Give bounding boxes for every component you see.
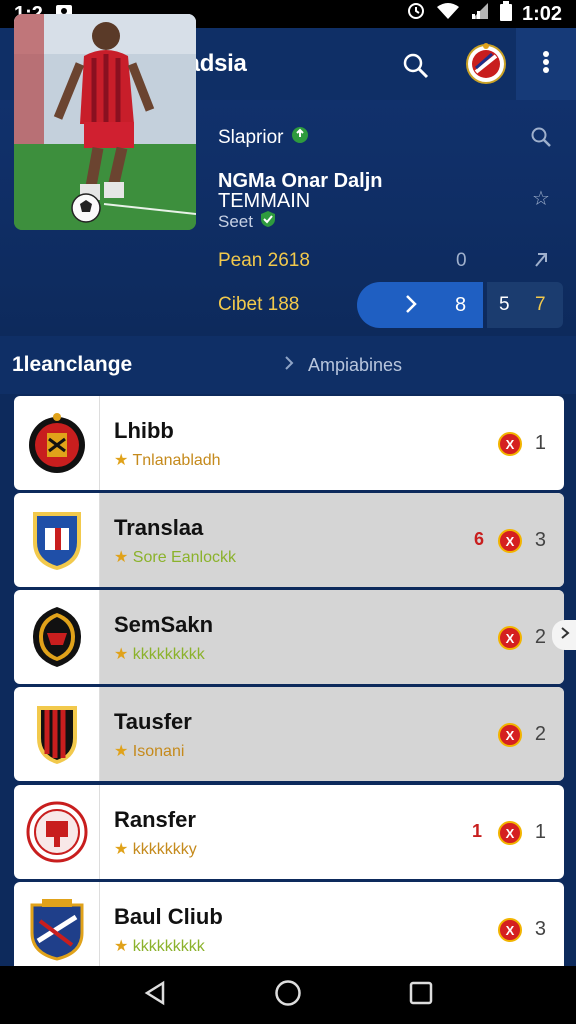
club-subtitle-text: kkkkkkkkk xyxy=(132,938,205,955)
pin-icon xyxy=(532,250,550,275)
club-count: 1 xyxy=(534,821,546,843)
section-header: 1leanclange Ampiabines xyxy=(0,336,576,394)
hero-pean-value: 0 xyxy=(456,250,467,271)
club-count: 2 xyxy=(534,626,546,648)
overflow-block xyxy=(516,28,576,100)
stat-box-b: 7 xyxy=(535,294,546,315)
club-subtitle-text: Tnlanabladh xyxy=(132,452,221,469)
battery-icon xyxy=(499,1,512,27)
club-logo xyxy=(14,687,100,781)
list-item[interactable]: Translaa ★ Sore Eanlockk 6 X 3 xyxy=(14,493,564,587)
badge-icon: X xyxy=(498,821,522,845)
home-icon[interactable] xyxy=(274,979,302,1012)
check-shield-icon xyxy=(259,210,277,233)
hero-line-3: Seet xyxy=(218,210,277,233)
club-name: SemSakn xyxy=(114,612,214,637)
club-prefix: 1 xyxy=(472,821,483,841)
status-time-right: 1:02 xyxy=(521,2,562,25)
wifi-icon xyxy=(436,2,460,26)
club-name: Lhibb xyxy=(114,418,174,443)
chevron-right-icon xyxy=(405,294,417,319)
club-prefix: 6 xyxy=(474,529,485,549)
club-name: Ransfer xyxy=(114,807,196,832)
system-nav-bar xyxy=(0,966,576,1024)
club-subtitle-text: Isonani xyxy=(132,743,185,760)
club-count: 2 xyxy=(534,723,546,745)
club-subtitle: ★ kkkkkkkkk xyxy=(114,646,205,663)
search-icon[interactable] xyxy=(402,52,430,85)
club-count: 1 xyxy=(534,432,546,454)
club-logo xyxy=(14,590,100,684)
club-name: Baul Cliub xyxy=(114,904,223,929)
section-chevron-icon xyxy=(284,355,294,376)
badge-icon: X xyxy=(498,723,522,747)
signal-icon xyxy=(470,2,490,26)
club-subtitle-text: kkkkkkkkk xyxy=(132,646,205,663)
club-subtitle: ★ kkkkkkky xyxy=(114,841,197,858)
club-subtitle: ★ kkkkkkkkk xyxy=(114,938,205,955)
hero-line-1-text: Slaprior xyxy=(218,127,284,148)
club-subtitle-text: Sore Eanlockk xyxy=(132,549,236,566)
list-item[interactable]: SemSakn ★ kkkkkkkkk X 2 xyxy=(14,590,564,684)
chevron-right-small-icon xyxy=(560,626,570,645)
club-subtitle-text: kkkkkkky xyxy=(132,841,197,858)
list-item[interactable]: Baul Cliub ★ kkkkkkkkk X 3 xyxy=(14,882,564,976)
hero-cibet-label: Cibet 188 xyxy=(218,294,300,315)
badge-icon: X xyxy=(498,529,522,553)
stat-pill-value: 8 xyxy=(455,294,467,316)
badge-icon: X xyxy=(498,432,522,456)
list-item[interactable]: Tausfer ★ Isonani X 2 xyxy=(14,687,564,781)
club-subtitle: ★ Tnlanabladh xyxy=(114,452,221,469)
more-vert-icon[interactable] xyxy=(542,50,550,79)
club-crest-avatar[interactable] xyxy=(466,42,506,91)
stat-pill[interactable]: 8 xyxy=(357,282,483,328)
club-count: 3 xyxy=(534,529,546,551)
hero-pean-label: Pean 2618 xyxy=(218,250,310,271)
club-count: 3 xyxy=(534,918,546,940)
badge-icon: X xyxy=(498,626,522,650)
stat-box-a: 5 xyxy=(499,294,510,315)
section-link[interactable]: Ampiabines xyxy=(284,355,402,376)
player-photo xyxy=(14,14,196,230)
stat-box[interactable]: 5 7 xyxy=(487,282,563,328)
badge-icon: X xyxy=(498,918,522,942)
club-subtitle: ★ Isonani xyxy=(114,743,185,760)
club-logo xyxy=(14,882,100,976)
verified-icon xyxy=(291,126,309,150)
star-outline-icon[interactable]: ☆ xyxy=(532,186,550,211)
hero-line-3-text: Seet xyxy=(218,211,253,231)
club-logo xyxy=(14,396,100,490)
club-subtitle: ★ Sore Eanlockk xyxy=(114,549,236,566)
hero-search-icon[interactable] xyxy=(530,126,552,153)
club-logo xyxy=(14,785,100,879)
section-label: 1leanclange xyxy=(12,353,133,376)
list-item[interactable]: Lhibb ★ Tnlanabladh X 1 xyxy=(14,396,564,490)
hero-line-1: Slaprior xyxy=(218,126,309,150)
list-item[interactable]: Ransfer ★ kkkkkkky 1 X 1 xyxy=(14,785,564,879)
club-logo xyxy=(14,493,100,587)
side-scroll-button[interactable] xyxy=(552,620,576,650)
section-link-text: Ampiabines xyxy=(308,354,403,375)
club-name: Tausfer xyxy=(114,709,192,734)
back-icon[interactable] xyxy=(143,980,167,1011)
recents-icon[interactable] xyxy=(409,981,433,1010)
alarm-icon xyxy=(406,2,426,26)
club-name: Translaa xyxy=(114,515,204,540)
